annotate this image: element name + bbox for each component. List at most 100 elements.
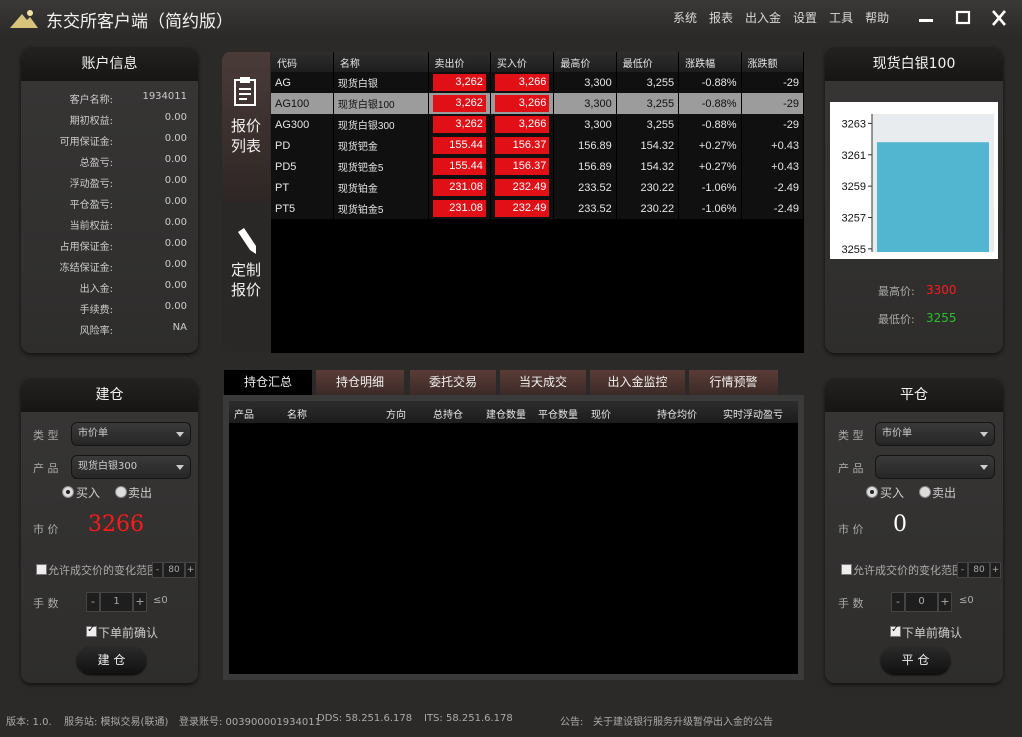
close-qty-minus-button[interactable]: -: [891, 592, 905, 612]
quote-change-pct: +0.27%: [678, 135, 742, 156]
quote-sell-price[interactable]: 231.08: [428, 177, 491, 198]
high-price-value: 3300: [926, 283, 957, 297]
quote-sell-price-value: 231.08: [432, 200, 486, 217]
open-range-plus-button[interactable]: +: [185, 562, 196, 578]
account-field-label: 手续费:: [79, 305, 113, 316]
position-column-header[interactable]: 持仓均价: [657, 406, 697, 421]
account-field-value: 0.00: [164, 217, 187, 228]
close-confirm-checkbox[interactable]: [890, 624, 901, 637]
tab-position-0[interactable]: 持仓汇总: [224, 370, 312, 395]
position-column-header[interactable]: 建仓数量: [486, 406, 526, 421]
quote-row[interactable]: PD 现货钯金 155.44 156.37 156.89 154.32 +0.27% +0.4…: [271, 135, 805, 156]
close-qty-plus-button[interactable]: +: [938, 592, 952, 612]
position-panel: 产品 名称 方向 总持仓 建仓数量 平仓数量 现价 持仓均价 实时浮动盈亏: [223, 395, 804, 680]
quote-column-header[interactable]: 涨跌额: [741, 52, 805, 72]
open-range-input[interactable]: 80: [163, 562, 185, 578]
close-qty-input[interactable]: 0: [905, 592, 938, 612]
account-row: 期初权益: 0.00: [21, 112, 211, 133]
position-column-header[interactable]: 平仓数量: [538, 406, 578, 421]
menu-reports[interactable]: 报表: [709, 9, 733, 26]
account-field-label: 占用保证金:: [59, 242, 113, 253]
close-product-select[interactable]: [875, 455, 995, 479]
menu-settings[interactable]: 设置: [793, 9, 817, 26]
quote-column-header[interactable]: 卖出价: [428, 52, 491, 72]
menu-system[interactable]: 系统: [673, 9, 697, 26]
open-buy-label: 买入: [76, 486, 101, 500]
close-range-plus-button[interactable]: +: [990, 562, 1001, 578]
position-column-header[interactable]: 方向: [386, 406, 406, 421]
quote-high: 233.52: [553, 198, 617, 219]
quote-buy-price[interactable]: 3,266: [490, 114, 555, 135]
menu-tools[interactable]: 工具: [829, 9, 853, 26]
open-qty-plus-button[interactable]: +: [133, 592, 147, 612]
position-column-header[interactable]: 产品: [234, 406, 254, 421]
open-buy-radio[interactable]: [62, 486, 74, 498]
product-card-title: 现货白银100: [825, 47, 1003, 81]
pencil-icon: [238, 228, 256, 254]
menu-help[interactable]: 帮助: [865, 9, 889, 26]
tab-position-1[interactable]: 持仓明细: [316, 370, 404, 395]
quote-buy-price[interactable]: 3,266: [490, 72, 555, 93]
quote-buy-price[interactable]: 3,266: [490, 93, 555, 114]
account-row: 可用保证金: 0.00: [21, 133, 211, 154]
close-range-minus-button[interactable]: -: [957, 562, 968, 578]
quote-buy-price[interactable]: 156.37: [490, 135, 555, 156]
quote-sell-price[interactable]: 155.44: [428, 156, 491, 177]
tab-quote-list[interactable]: 报价 列表: [222, 52, 270, 202]
quote-buy-price[interactable]: 232.49: [490, 177, 555, 198]
quote-code: PD: [271, 135, 334, 156]
close-position-button[interactable]: 平 仓: [881, 647, 950, 674]
close-buy-radio[interactable]: [866, 486, 878, 498]
quote-row[interactable]: PT5 现货铂金5 231.08 232.49 233.52 230.22 -1.06% -2…: [271, 198, 805, 219]
quote-buy-price[interactable]: 156.37: [490, 156, 555, 177]
position-column-header[interactable]: 名称: [287, 406, 307, 421]
tab-position-5[interactable]: 行情预警: [689, 370, 778, 395]
close-icon[interactable]: [988, 8, 1010, 28]
open-product-select[interactable]: 现货白银300: [71, 455, 191, 479]
quote-buy-price[interactable]: 232.49: [490, 198, 555, 219]
quote-sell-price[interactable]: 231.08: [428, 198, 491, 219]
close-allow-range-checkbox[interactable]: [841, 564, 852, 575]
tab-custom-quote-label-2: 报价: [230, 281, 261, 299]
quote-column-header[interactable]: 买入价: [490, 52, 555, 72]
close-sell-radio[interactable]: [919, 486, 931, 498]
status-notice-link[interactable]: 关于建设银行服务升级暂停出入金的公告: [593, 713, 773, 728]
account-field-label: 风险率:: [79, 326, 113, 337]
quote-column-header[interactable]: 涨跌幅: [678, 52, 742, 72]
position-column-header[interactable]: 总持仓: [433, 406, 463, 421]
quote-row[interactable]: AG 现货白银 3,262 3,266 3,300 3,255 -0.88% -29: [271, 72, 805, 93]
open-confirm-checkbox[interactable]: [86, 624, 97, 637]
maximize-icon[interactable]: [952, 8, 974, 28]
quote-column-header[interactable]: 最高价: [553, 52, 617, 72]
position-column-header[interactable]: 现价: [591, 406, 611, 421]
quote-sell-price[interactable]: 3,262: [428, 114, 491, 135]
tab-position-2[interactable]: 委托交易: [410, 370, 496, 395]
quote-row[interactable]: AG300 现货白银300 3,262 3,266 3,300 3,255 -0.88% -2…: [271, 114, 805, 135]
menu-funds[interactable]: 出入金: [745, 9, 781, 26]
open-range-minus-button[interactable]: -: [152, 562, 163, 578]
open-allow-range-checkbox[interactable]: [36, 564, 47, 575]
position-column-header[interactable]: 实时浮动盈亏: [723, 406, 783, 421]
close-range-input[interactable]: 80: [968, 562, 990, 578]
tab-position-3[interactable]: 当天成交: [500, 370, 586, 395]
close-type-select[interactable]: 市价单: [875, 422, 995, 446]
quote-sell-price[interactable]: 155.44: [428, 135, 491, 156]
quote-row[interactable]: PT 现货铂金 231.08 232.49 233.52 230.22 -1.06% -2.4…: [271, 177, 805, 198]
quote-column-header[interactable]: 名称: [333, 52, 429, 72]
status-version: 版本: 1.0.: [6, 717, 52, 728]
quote-row[interactable]: PD5 现货钯金5 155.44 156.37 156.89 154.32 +0.27% +0…: [271, 156, 805, 177]
open-qty-minus-button[interactable]: -: [86, 592, 100, 612]
quote-column-header[interactable]: 最低价: [616, 52, 680, 72]
tab-position-4[interactable]: 出入金监控: [590, 370, 685, 395]
minimize-icon[interactable]: [915, 8, 937, 28]
open-qty-input[interactable]: 1: [100, 592, 133, 612]
quote-sell-price[interactable]: 3,262: [428, 72, 491, 93]
quote-column-header[interactable]: 代码: [271, 52, 334, 72]
quote-sell-price[interactable]: 3,262: [428, 93, 491, 114]
close-sell-label: 卖出: [932, 486, 957, 500]
open-sell-radio[interactable]: [115, 486, 127, 498]
open-type-select[interactable]: 市价单: [71, 422, 191, 446]
open-position-button[interactable]: 建 仓: [77, 647, 146, 674]
quote-row[interactable]: AG100 现货白银100 3,262 3,266 3,300 3,255 -0.88% -2…: [271, 93, 805, 114]
tab-custom-quote[interactable]: 定制 报价: [222, 202, 270, 352]
